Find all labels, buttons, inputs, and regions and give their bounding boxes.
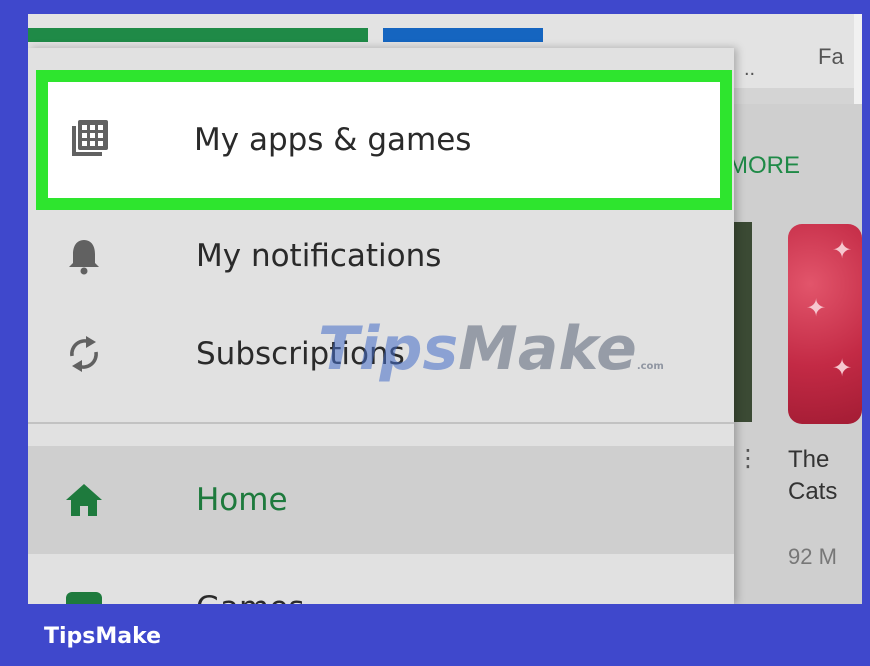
- drawer-item-label: My notifications: [196, 238, 442, 274]
- background-green-header: [28, 28, 368, 42]
- drawer-divider: [28, 422, 734, 424]
- app-card-title[interactable]: The Cats: [788, 444, 862, 508]
- drawer-item-my-notifications[interactable]: My notifications: [28, 202, 734, 310]
- gamepad-icon: [64, 588, 104, 604]
- drawer-item-label: My apps & games: [194, 122, 472, 158]
- background-tab-ellipsis: ..: [744, 58, 756, 80]
- home-icon: [64, 480, 104, 520]
- app-card-size: 92 M: [788, 544, 837, 569]
- refresh-icon: [64, 334, 104, 374]
- more-link[interactable]: MORE: [728, 152, 800, 180]
- app-thumbnail-cats[interactable]: ✦ ✦ ✦: [788, 224, 862, 424]
- drawer-item-home[interactable]: Home: [28, 446, 734, 554]
- brand-footer: TipsMake: [0, 604, 870, 666]
- watermark-logo: TipsMake.com: [318, 314, 664, 384]
- more-vert-icon[interactable]: ⋮: [736, 446, 760, 470]
- sparkle-icon: ✦: [832, 354, 853, 382]
- brand-name: TipsMake: [44, 624, 162, 649]
- drawer-item-label: Games: [196, 554, 304, 604]
- background-blue-header: [383, 28, 543, 42]
- apps-grid-icon: [70, 118, 110, 158]
- drawer-item-label: Home: [196, 482, 288, 518]
- sparkle-icon: ✦: [832, 236, 853, 264]
- sparkle-icon: ✦: [806, 294, 827, 322]
- background-tab-label[interactable]: Fa: [818, 44, 844, 70]
- drawer-item-my-apps-games[interactable]: My apps & games: [36, 70, 732, 210]
- phone-screen: .. Fa MORE ✦ ✦ ✦ ⋮ The Cats 92 M My apps…: [28, 14, 862, 604]
- bell-icon: [64, 236, 104, 276]
- drawer-item-games[interactable]: Games: [28, 554, 734, 604]
